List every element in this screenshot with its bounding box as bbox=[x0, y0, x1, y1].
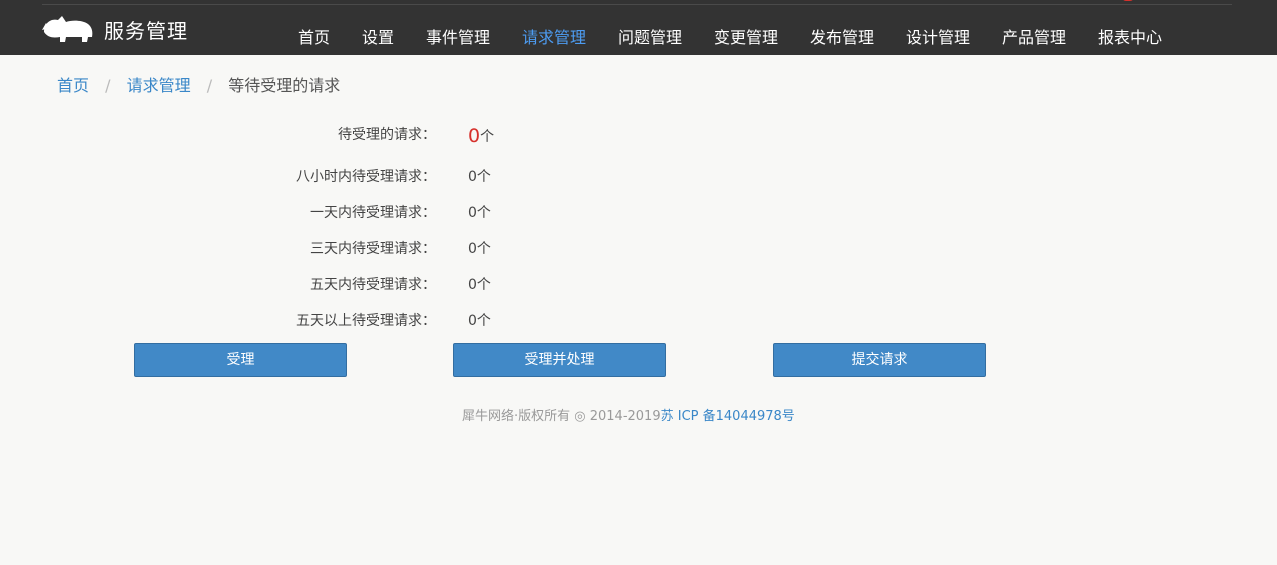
stat-unit: 个 bbox=[476, 313, 491, 329]
stat-value[interactable]: 0个 bbox=[468, 202, 491, 222]
stat-unit: 个 bbox=[476, 241, 491, 257]
top-navbar: 服务管理 首页 设置 事件管理 请求管理 问题管理 变更管理 发布管理 设计管理… bbox=[0, 0, 1277, 55]
breadcrumb-current: 等待受理的请求 bbox=[228, 76, 341, 95]
breadcrumb-separator: / bbox=[206, 76, 213, 95]
stat-value[interactable]: 0个 bbox=[468, 238, 491, 258]
footer: 犀牛网络·版权所有 ◎ 2014-2019苏 ICP 备14044978号 bbox=[462, 405, 795, 424]
breadcrumb-request-management[interactable]: 请求管理 bbox=[127, 76, 191, 95]
breadcrumb-separator: / bbox=[105, 76, 111, 95]
nav-settings[interactable]: 设置 bbox=[362, 24, 394, 48]
stat-label: 待受理的请求： bbox=[338, 127, 436, 143]
stat-count: 0 bbox=[468, 125, 481, 147]
stat-label: 五天以上待受理请求： bbox=[296, 313, 436, 329]
stat-label: 五天内待受理请求： bbox=[310, 277, 436, 293]
breadcrumb-home[interactable]: 首页 bbox=[57, 76, 89, 95]
stat-count: 0 bbox=[468, 313, 477, 329]
nav-request-management[interactable]: 请求管理 bbox=[522, 24, 586, 48]
nav-home[interactable]: 首页 bbox=[298, 24, 330, 48]
accept-button[interactable]: 受理 bbox=[134, 343, 347, 377]
stat-value[interactable]: 0个 bbox=[468, 310, 491, 330]
stat-label: 八小时内待受理请求： bbox=[296, 169, 436, 185]
stat-row-within-3-days: 三天内待受理请求： 0个 bbox=[0, 235, 520, 259]
brand-title: 服务管理 bbox=[104, 18, 188, 43]
stat-unit: 个 bbox=[476, 169, 491, 185]
nav-release-management[interactable]: 发布管理 bbox=[810, 24, 874, 48]
stat-label: 三天内待受理请求： bbox=[310, 241, 436, 257]
stat-unit: 个 bbox=[480, 129, 495, 145]
stat-row-within-1-day: 一天内待受理请求： 0个 bbox=[0, 199, 520, 223]
stat-count: 0 bbox=[468, 169, 477, 185]
stat-count: 0 bbox=[468, 277, 477, 293]
stat-count: 0 bbox=[468, 241, 477, 257]
navbar-divider bbox=[42, 4, 1232, 5]
brand[interactable]: 服务管理 bbox=[42, 14, 188, 44]
notification-dot bbox=[1122, 0, 1134, 1]
rhino-logo-icon bbox=[42, 16, 93, 42]
submit-request-button[interactable]: 提交请求 bbox=[773, 343, 986, 377]
nav-product-management[interactable]: 产品管理 bbox=[1002, 24, 1066, 48]
stat-row-within-8-hours: 八小时内待受理请求： 0个 bbox=[0, 163, 520, 187]
stat-count: 0 bbox=[468, 205, 477, 221]
footer-copyright: 犀牛网络·版权所有 ◎ 2014-2019 bbox=[462, 409, 661, 424]
breadcrumb: 首页 / 请求管理 / 等待受理的请求 bbox=[57, 72, 340, 96]
nav-design-management[interactable]: 设计管理 bbox=[906, 24, 970, 48]
nav-problem-management[interactable]: 问题管理 bbox=[618, 24, 682, 48]
accept-and-process-button[interactable]: 受理并处理 bbox=[453, 343, 666, 377]
nav-report-center[interactable]: 报表中心 bbox=[1098, 24, 1162, 48]
stat-row-within-5-days: 五天内待受理请求： 0个 bbox=[0, 271, 520, 295]
footer-icp-link[interactable]: 苏 ICP 备14044978号 bbox=[661, 409, 795, 424]
stat-value[interactable]: 0个 bbox=[468, 274, 491, 294]
stat-row-pending: 待受理的请求： 0个 bbox=[0, 121, 520, 147]
stat-row-over-5-days: 五天以上待受理请求： 0个 bbox=[0, 307, 520, 331]
stat-unit: 个 bbox=[476, 205, 491, 221]
nav-incident-management[interactable]: 事件管理 bbox=[426, 24, 490, 48]
stat-value[interactable]: 0个 bbox=[468, 166, 491, 186]
stat-label: 一天内待受理请求： bbox=[310, 205, 436, 221]
stat-unit: 个 bbox=[476, 277, 491, 293]
nav-change-management[interactable]: 变更管理 bbox=[714, 24, 778, 48]
stat-value[interactable]: 0个 bbox=[468, 124, 495, 147]
